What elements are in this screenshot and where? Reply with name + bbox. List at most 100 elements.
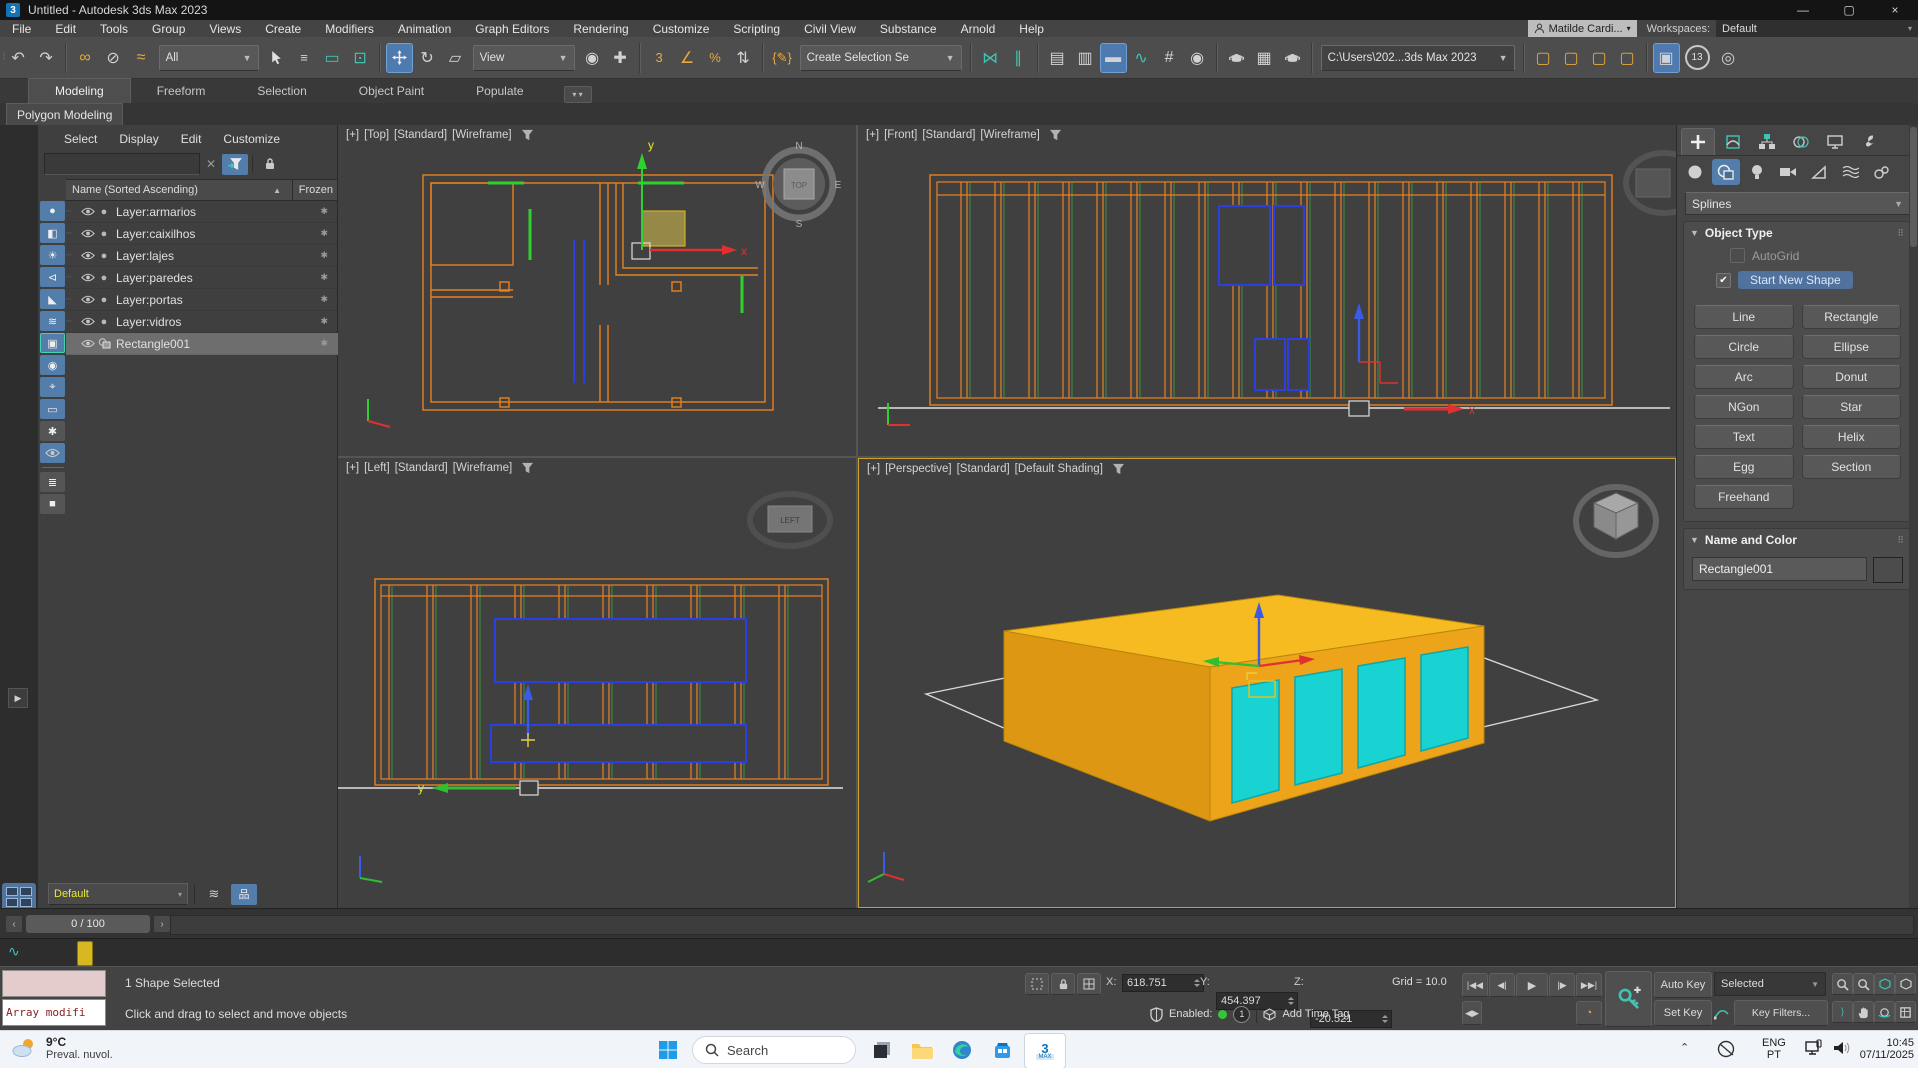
clear-search-icon[interactable]: ✕ (204, 157, 218, 171)
next-frame-button[interactable]: |▶ (1549, 973, 1575, 997)
menu-arnold[interactable]: Arnold (949, 20, 1008, 37)
task-view-button[interactable] (866, 1034, 898, 1066)
volume-icon[interactable] (1832, 1039, 1852, 1057)
viewport-badge[interactable]: 13 (1685, 45, 1710, 70)
tab-motion[interactable] (1785, 129, 1817, 155)
explorer-search-input[interactable] (44, 153, 200, 175)
mini-curve-editor-toggle[interactable]: ∿ (8, 943, 20, 960)
zoom-extents-all-button[interactable] (1895, 973, 1916, 995)
shape-button-egg[interactable]: Egg (1694, 455, 1794, 479)
rectangular-selection-region-button[interactable]: ▭ (319, 43, 346, 73)
list-item-rectangle001[interactable]: ┈Rectangle001✱ (66, 333, 338, 355)
tab-modify[interactable] (1717, 129, 1749, 155)
visibility-eye-icon[interactable] (80, 273, 96, 282)
toolbar-drag-handle[interactable]: ⁞⁞ (2, 52, 4, 63)
tab-utilities[interactable] (1853, 129, 1885, 155)
menu-group[interactable]: Group (140, 20, 197, 37)
select-and-manipulate-button[interactable]: ✚ (607, 43, 634, 73)
display-shapes-filter[interactable]: ◧ (40, 223, 65, 243)
window-crossing-button[interactable]: ⊡ (347, 43, 374, 73)
display-containers-filter[interactable]: ▭ (40, 399, 65, 419)
select-and-rotate-button[interactable]: ↻ (414, 43, 441, 73)
visibility-eye-icon[interactable] (80, 251, 96, 260)
enabled-badge[interactable]: 1 (1233, 1006, 1250, 1023)
shape-button-freehand[interactable]: Freehand (1694, 485, 1794, 509)
edit-named-selection-sets-button[interactable]: {✎} (769, 43, 796, 73)
frozen-cell-icon[interactable]: ✱ (320, 250, 328, 261)
save-workspace-button[interactable]: ▣ (1653, 43, 1680, 73)
viewport-left[interactable]: [+] [Left] [Standard] [Wireframe] (338, 458, 856, 908)
redo-button[interactable]: ↷ (33, 43, 60, 73)
vp-persp-render-menu[interactable]: [Standard] (957, 463, 1010, 475)
weather-widget[interactable]: 9°C Preval. nuvol. (10, 1035, 113, 1061)
category-spacewarps[interactable] (1836, 159, 1864, 185)
menu-animation[interactable]: Animation (386, 20, 463, 37)
curve-editor-button[interactable]: ∿ (1128, 43, 1155, 73)
tab-display[interactable] (1819, 129, 1851, 155)
vp-top-name-menu[interactable]: [Top] (364, 129, 389, 141)
explorer-column-header[interactable]: Name (Sorted Ascending) ▲ Frozen (66, 179, 337, 201)
minimize-button[interactable]: — (1780, 0, 1826, 20)
command-panel-scrollbar[interactable] (1909, 125, 1918, 908)
explorer-menu-edit[interactable]: Edit (171, 130, 212, 147)
scene-state-button-4[interactable]: ▢ (1614, 43, 1641, 73)
transform-type-in-button[interactable] (1077, 973, 1101, 995)
edge-browser-button[interactable] (946, 1034, 978, 1066)
x-coord-field[interactable]: 618.751 (1122, 974, 1204, 992)
frozen-cell-icon[interactable]: ✱ (320, 316, 328, 327)
shape-button-text[interactable]: Text (1694, 425, 1794, 449)
shape-button-section[interactable]: Section (1802, 455, 1902, 479)
frame-back-button[interactable]: ‹ (6, 916, 22, 932)
per-view-filter-icon[interactable] (1112, 463, 1125, 475)
category-helpers[interactable] (1805, 159, 1833, 185)
ribbon-tab-selection[interactable]: Selection (231, 79, 332, 103)
explorer-menu-select[interactable]: Select (54, 130, 107, 147)
tray-expand-chevron[interactable]: ⌃ (1680, 1041, 1689, 1054)
unlink-selection-button[interactable]: ⊘ (100, 43, 127, 73)
selection-filter-dropdown[interactable]: All▼ (159, 45, 259, 71)
vp-persp-pov-menu[interactable]: [+] (867, 463, 880, 475)
maximize-button[interactable]: ▢ (1826, 0, 1872, 20)
key-mode-toggle-button[interactable]: ◀▶ (1462, 1001, 1482, 1025)
vp-front-name-menu[interactable]: [Front] (884, 129, 917, 141)
polygon-modeling-panel-tab[interactable]: Polygon Modeling (6, 103, 123, 125)
category-shapes[interactable] (1712, 159, 1740, 185)
shape-button-donut[interactable]: Donut (1802, 365, 1902, 389)
shape-button-arc[interactable]: Arc (1694, 365, 1794, 389)
list-item-layer-vidros[interactable]: ┈●Layer:vidros✱ (66, 311, 338, 333)
clock-widget[interactable]: 10:4507/11/2025 (1856, 1037, 1914, 1061)
ribbon-tab-object-paint[interactable]: Object Paint (333, 79, 450, 103)
frame-counter[interactable]: 0 / 100 (26, 915, 150, 933)
vp-left-pov-menu[interactable]: [+] (346, 462, 359, 474)
render-setup-button[interactable] (1223, 43, 1250, 73)
angle-snap-button[interactable]: ∠ (674, 43, 701, 73)
start-button[interactable] (652, 1034, 684, 1066)
vp-front-render-menu[interactable]: [Standard] (922, 129, 975, 141)
display-hidden-filter[interactable] (40, 443, 65, 463)
toggle-layer-explorer-button[interactable]: ▥ (1072, 43, 1099, 73)
vp-front-shading-menu[interactable]: [Wireframe] (980, 129, 1039, 141)
layer-stack-button[interactable]: ≋ (201, 884, 227, 905)
key-filters-button[interactable]: Key Filters... (1734, 1000, 1828, 1026)
microsoft-store-button[interactable] (986, 1034, 1018, 1066)
select-by-name-button[interactable]: ≡ (291, 43, 318, 73)
degradation-shield-icon[interactable] (1150, 1007, 1163, 1022)
signin-user-button[interactable]: Matilde Cardi...▾ (1528, 20, 1637, 37)
file-explorer-button[interactable] (906, 1034, 938, 1066)
toggle-ribbon-button[interactable]: ▬ (1100, 43, 1127, 73)
key-filters-curves-icon[interactable] (1714, 1005, 1729, 1020)
menu-file[interactable]: File (0, 20, 43, 37)
viewport-perspective[interactable]: [+] [Perspective] [Standard] [Default Sh… (858, 458, 1676, 908)
menu-edit[interactable]: Edit (43, 20, 88, 37)
scene-state-button-3[interactable]: ▢ (1586, 43, 1613, 73)
time-slider-handle[interactable] (77, 941, 93, 966)
vp-left-shading-menu[interactable]: [Wireframe] (453, 462, 512, 474)
vp-persp-name-menu[interactable]: [Perspective] (885, 463, 951, 475)
menu-graph-editors[interactable]: Graph Editors (463, 20, 561, 37)
selection-lock-toggle[interactable] (1051, 973, 1075, 995)
shape-button-helix[interactable]: Helix (1802, 425, 1902, 449)
snap-toggle-button[interactable]: 3 (646, 43, 673, 73)
menu-scripting[interactable]: Scripting (721, 20, 792, 37)
per-view-filter-icon[interactable] (1049, 129, 1062, 141)
project-folder-dropdown[interactable]: C:\Users\202...3ds Max 2023▼ (1321, 45, 1515, 71)
